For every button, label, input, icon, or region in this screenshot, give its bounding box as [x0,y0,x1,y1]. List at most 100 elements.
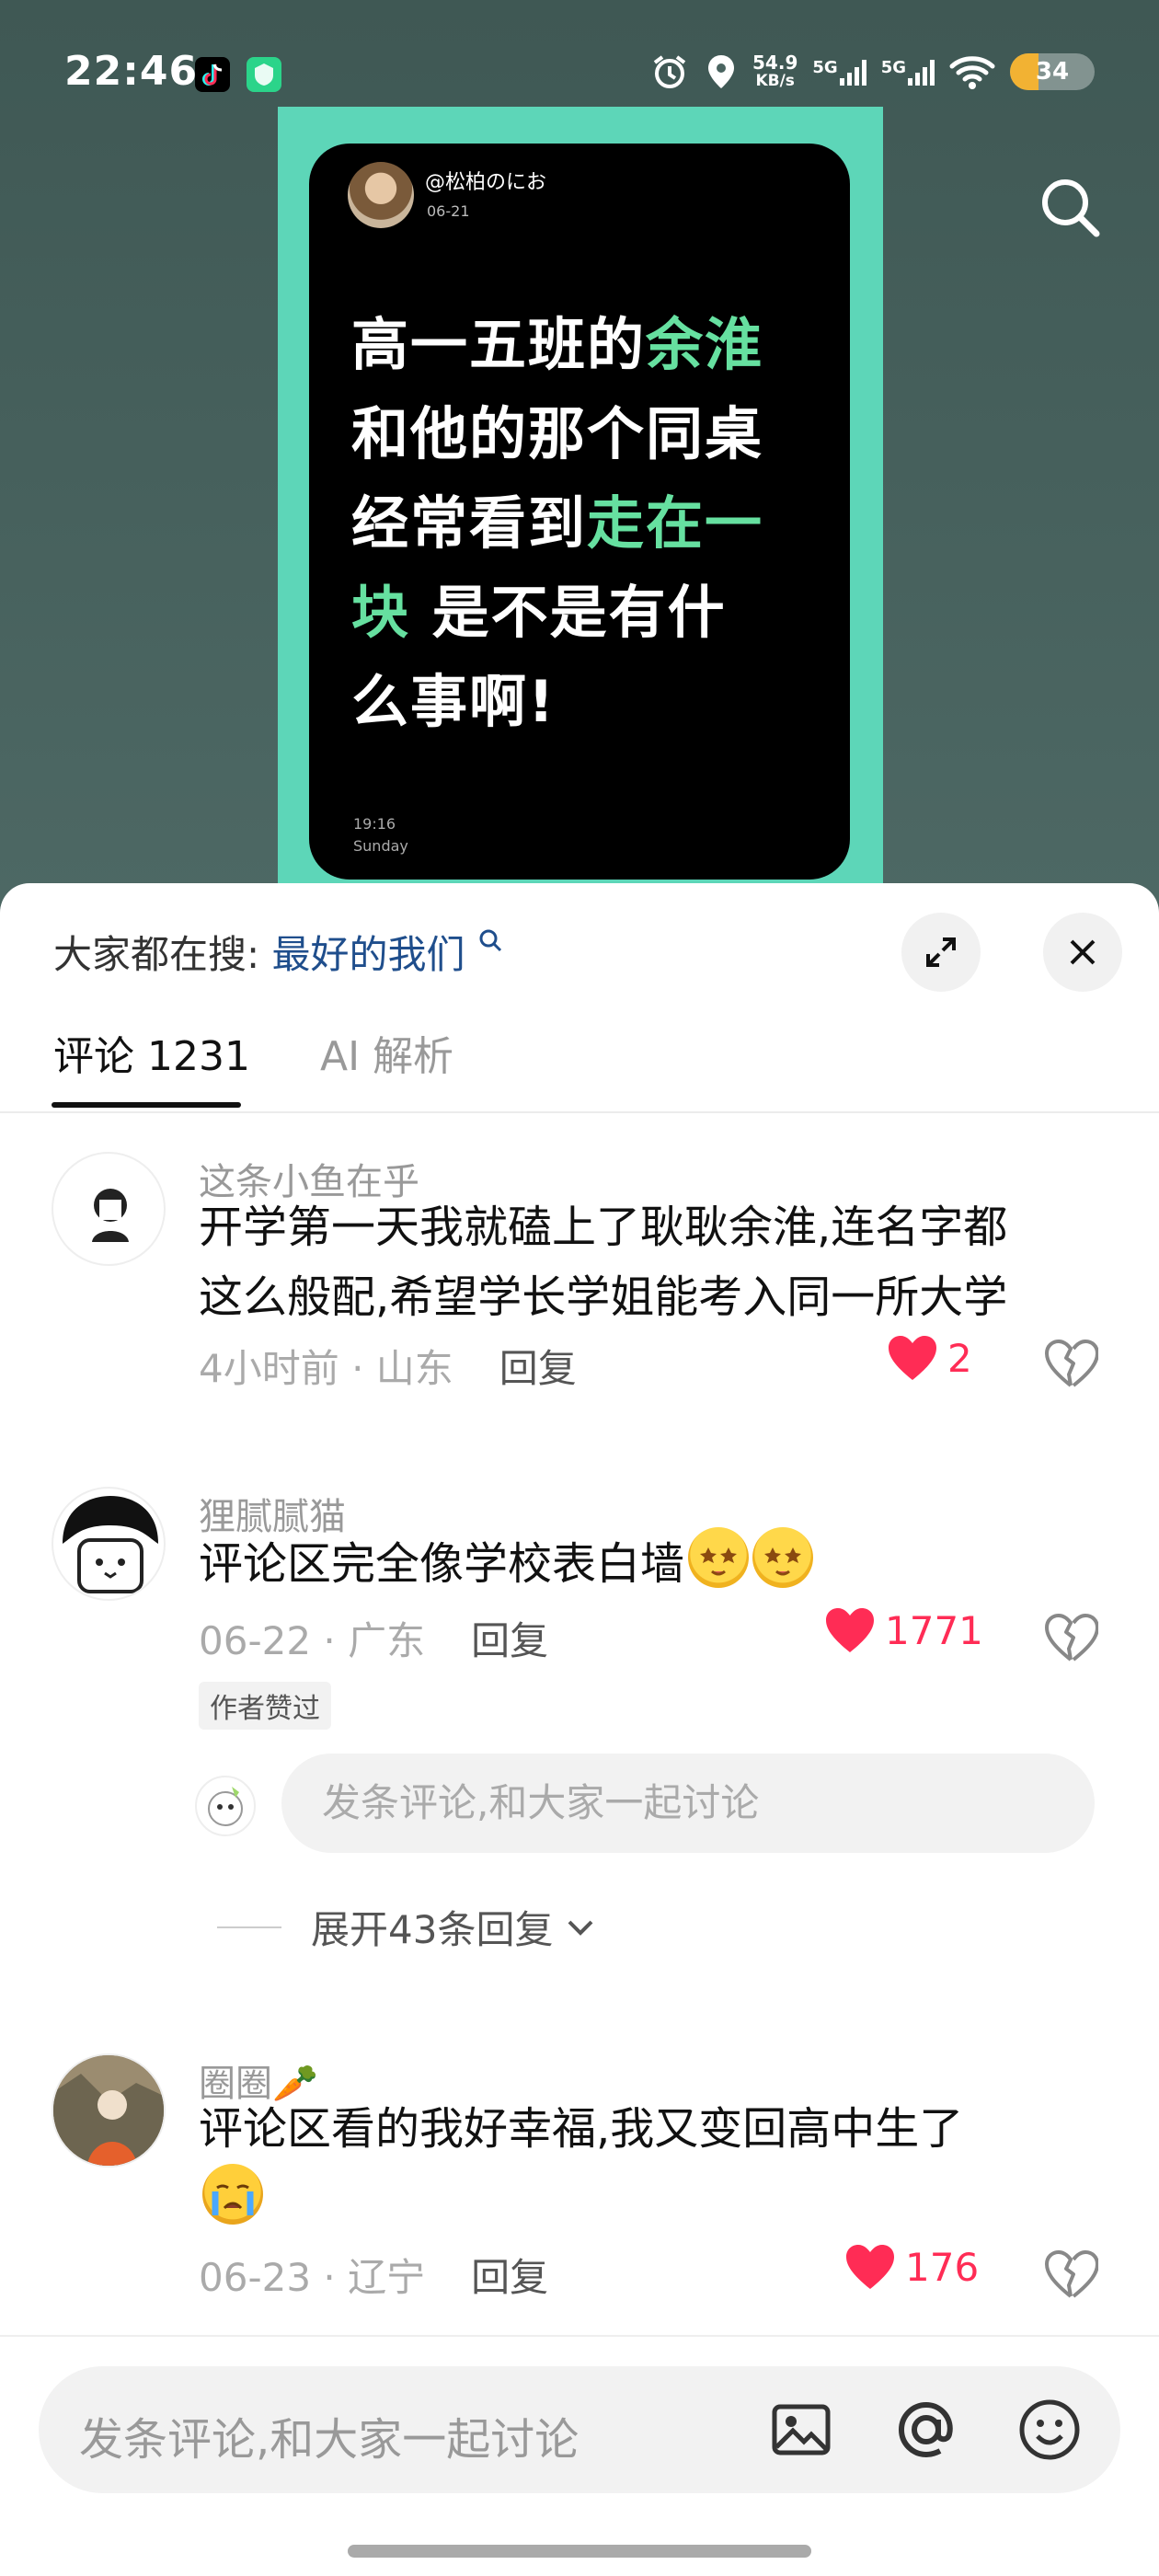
battery-level-text: 34 [1035,58,1070,86]
chevron-down-icon [568,1920,593,1936]
video-caption-segment: 么事啊! [351,668,557,735]
comment-item[interactable]: 这条小鱼在乎 开学第一天我就磕上了耿耿余淮,连名字都 这么般配,希望学长学姐能考… [0,1152,1159,1465]
video-caption-highlight: 走在一 [587,489,764,557]
avatar[interactable] [52,1152,166,1266]
like-button[interactable]: 2 [887,1334,972,1382]
small-search-icon [479,929,501,952]
douyin-icon [195,57,230,92]
comment-time-location: 4小时前 · 山东 [199,1346,453,1391]
status-right-group: 54.9 KB/s 5G 5G 34 [649,52,1095,92]
expand-replies-button[interactable]: 展开43条回复 [217,1899,597,1955]
video-caption-segment: 高一五班的 [351,311,647,378]
expand-button[interactable] [901,913,981,992]
video-clock-time: 19:16 [353,815,396,833]
reply-button[interactable]: 回复 [471,2255,548,2300]
video-caption-segment: 和他的那个同桌 [351,400,764,467]
like-button[interactable]: 1771 [824,1606,983,1654]
comment-text: 评论区看的我好幸福,我又变回高中生了 [199,2094,1119,2236]
close-button[interactable] [1043,913,1122,992]
comment-text: 评论区完全像学校表白墙 [199,1527,1119,1599]
sim1-signal: 5G [812,58,866,86]
tab-ai-analysis[interactable]: AI 解析 [320,1023,453,1082]
network-speed: 54.9 KB/s [752,53,798,90]
comment-text-line: 这么般配,希望学长学姐能考入同一所大学 [199,1271,1008,1323]
comment-meta: 06-23 · 辽宁 回复 [199,2247,548,2303]
comment-text: 开学第一天我就磕上了耿耿余淮,连名字都 这么般配,希望学长学姐能考入同一所大学 [199,1192,1119,1332]
video-caption-line: 经常看到走在一 [351,478,820,568]
home-indicator[interactable] [348,2545,811,2558]
video-caption-line: 高一五班的余淮 [351,300,820,389]
reply-button[interactable]: 回复 [471,1618,548,1663]
bottom-comment-bar: 发条评论,和大家一起讨论 [0,2335,1159,2576]
expand-icon [926,937,956,967]
expand-replies-label: 展开43条回复 [311,1907,554,1952]
trending-search[interactable]: 大家都在搜: 最好的我们 [53,924,505,980]
starry-eyes-emoji-icon [752,1527,814,1588]
sim1-label: 5G [812,58,838,77]
active-tab-indicator [52,1102,241,1108]
trending-search-term[interactable]: 最好的我们 [272,932,465,977]
author-liked-badge: 作者赞过 [199,1682,331,1730]
reply-button[interactable]: 回复 [499,1346,577,1391]
like-count: 1771 [885,1607,983,1653]
video-caption-segment: 经常看到 [351,489,588,557]
at-icon[interactable] [890,2394,962,2466]
alarm-icon [653,55,686,88]
expand-divider [217,1926,281,1928]
battery-indicator: 34 [1010,53,1095,90]
broken-heart-icon[interactable] [1043,2247,1098,2302]
video-author-name: @松柏のにお [425,171,547,194]
sim2-label: 5G [880,58,906,77]
video-caption-line: 么事啊! [351,657,820,746]
battery-fill [1010,53,1039,90]
search-icon[interactable] [1034,171,1107,245]
video-frame[interactable]: @松柏のにお 06-21 高一五班的余淮 和他的那个同桌 经常看到走在一块 是不是有… [309,144,850,880]
video-caption-highlight: 余淮 [646,311,764,378]
tab-comments[interactable]: 评论 1231 [53,1023,250,1082]
video-clock-day: Sunday [353,837,408,855]
network-speed-unit: KB/s [755,72,795,90]
sim2-signal: 5G [881,58,935,86]
comment-item[interactable]: 狸腻腻猫 评论区完全像学校表白墙 06-22 · 广东 回复 1771 作者赞过 … [0,1487,1159,2011]
video-caption-line: 块 是不是有什 [351,568,820,657]
heart-icon [826,1608,874,1652]
image-icon[interactable] [765,2394,837,2466]
avatar[interactable] [52,1487,166,1601]
close-icon [1070,939,1096,965]
status-time: 22:46 [64,48,199,95]
comment-text-line: 评论区看的我好幸福,我又变回高中生了 [199,2103,964,2155]
location-icon [708,55,735,88]
heart-icon [889,1336,936,1380]
inline-reply-input[interactable]: 发条评论,和大家一起讨论 [281,1754,1095,1853]
wifi-icon [949,56,995,89]
comment-time-location: 06-22 · 广东 [199,1618,426,1663]
video-caption-line: 和他的那个同桌 [351,389,820,478]
comment-meta: 4小时前 · 山东 回复 [199,1338,577,1394]
broken-heart-icon[interactable] [1043,1336,1098,1391]
comment-sheet: 大家都在搜: 最好的我们 评论 1231 AI 解析 这条小鱼在乎 开学第一天我… [0,883,1159,2576]
comment-text-line: 开学第一天我就磕上了耿耿余淮,连名字都 [199,1202,1008,1253]
avatar[interactable] [52,2053,166,2168]
comment-input[interactable]: 发条评论,和大家一起讨论 [39,2366,1120,2493]
video-author-date: 06-21 [427,202,470,220]
crying-emoji-icon [202,2164,263,2225]
like-count: 176 [905,2244,980,2290]
video-clock: 19:16 Sunday [353,813,408,857]
video-caption-highlight: 块 [351,579,411,646]
heart-icon [846,2245,894,2289]
broken-heart-icon[interactable] [1043,1610,1098,1665]
like-count: 2 [947,1335,972,1381]
shield-app-icon [247,57,281,92]
video-caption-text: 高一五班的余淮 和他的那个同桌 经常看到走在一块 是不是有什 么事啊! [351,300,820,746]
video-author-avatar [348,162,414,228]
comment-item[interactable]: 圈圈🥕 评论区看的我好幸福,我又变回高中生了 06-23 · 辽宁 回复 176 [0,2053,1159,2348]
my-avatar [195,1776,256,1836]
comment-tabs: 评论 1231 AI 解析 [0,1003,1159,1113]
like-button[interactable]: 176 [844,2243,979,2291]
starry-eyes-emoji-icon [688,1527,750,1588]
video-caption-segment: 是不是有什 [410,579,727,646]
comment-input-placeholder: 发条评论,和大家一起讨论 [79,2414,580,2466]
emoji-icon[interactable] [1014,2394,1085,2466]
status-bar: 22:46 54.9 KB/s 5G 5G 34 [0,0,1159,101]
comment-meta: 06-22 · 广东 回复 [199,1610,548,1666]
